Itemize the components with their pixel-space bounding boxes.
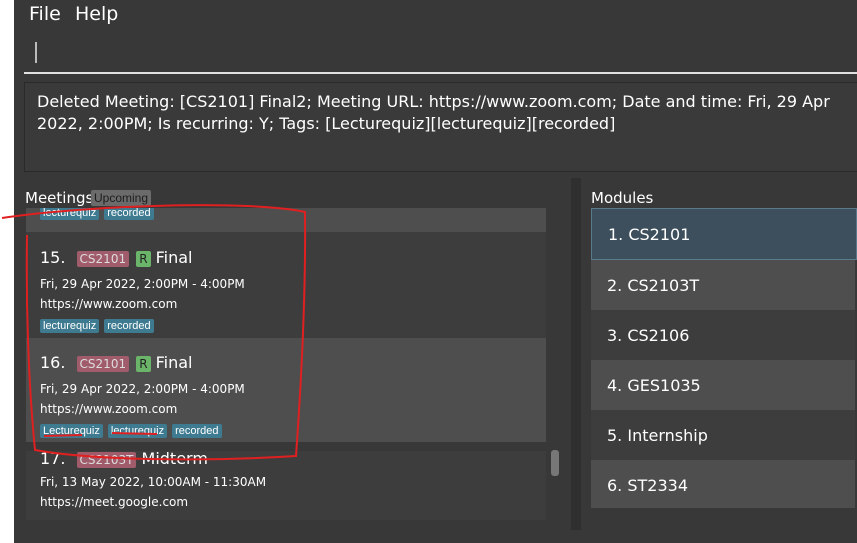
result-display: Deleted Meeting: [CS2101] Final2; Meetin… (24, 82, 857, 172)
tag: recorded (104, 319, 154, 333)
meeting-datetime: Fri, 29 Apr 2022, 2:00PM - 4:00PM (40, 382, 245, 396)
meeting-card-15[interactable]: 15. CS2101 R Final Fri, 29 Apr 2022, 2:0… (26, 232, 546, 338)
module-item[interactable]: 4. GES1035 (591, 360, 855, 410)
module-item[interactable]: 1. CS2101 (591, 208, 857, 260)
result-text: Deleted Meeting: [CS2101] Final2; Meetin… (37, 92, 830, 133)
command-input[interactable] (24, 30, 857, 74)
module-label: 6. ST2334 (607, 476, 688, 495)
module-label: 4. GES1035 (607, 376, 701, 395)
upcoming-badge[interactable]: Upcoming (91, 190, 152, 206)
recurring-badge: R (136, 356, 151, 372)
meeting-url: https://www.zoom.com (40, 402, 178, 416)
module-tag: CS2103T (76, 452, 137, 468)
modules-title: Modules (591, 189, 654, 207)
modules-panel: Modules 1. CS2101 2. CS2103T 3. CS2106 4… (581, 178, 857, 543)
status-bar (14, 530, 857, 543)
meeting-name: Final (155, 353, 193, 372)
meeting-datetime: Fri, 29 Apr 2022, 2:00PM - 4:00PM (40, 277, 245, 291)
tag: recorded (104, 208, 154, 220)
meetings-panel: Meetings Upcoming lecturequiz recorded 15… (14, 178, 571, 543)
meeting-datetime: Fri, 13 May 2022, 10:00AM - 11:30AM (40, 475, 267, 489)
recurring-badge: R (136, 251, 151, 267)
tag: recorded (172, 424, 222, 438)
module-label: 5. Internship (607, 426, 708, 445)
scrollbar-thumb[interactable] (551, 450, 559, 476)
module-label: 3. CS2106 (607, 326, 690, 345)
module-label: 1. CS2101 (608, 225, 691, 244)
panel-divider[interactable] (571, 178, 581, 543)
meeting-card-16[interactable]: 16. CS2101 R Final Fri, 29 Apr 2022, 2:0… (26, 338, 546, 442)
meetings-list[interactable]: lecturequiz recorded 15. CS2101 R Final F… (26, 208, 546, 520)
menu-help[interactable]: Help (75, 3, 118, 25)
meeting-index: 15. (40, 248, 66, 267)
meeting-name: Final (155, 248, 193, 267)
module-item[interactable]: 2. CS2103T (591, 260, 855, 310)
meetings-scrollbar[interactable] (550, 208, 560, 520)
module-label: 2. CS2103T (607, 276, 700, 295)
app-window: File Help Deleted Meeting: [CS2101] Fina… (14, 0, 857, 543)
menu-file[interactable]: File (29, 3, 61, 25)
meeting-index: 16. (40, 353, 66, 372)
meeting-card-17[interactable]: 17. CS2103T Midterm Fri, 13 May 2022, 10… (26, 449, 546, 520)
tag: Lecturequiz (40, 424, 103, 438)
meeting-url: https://meet.google.com (40, 495, 189, 509)
tag: lecturequiz (40, 208, 100, 220)
module-tag: CS2101 (76, 251, 130, 267)
meeting-index: 17. (40, 449, 66, 468)
tag: lecturequiz (40, 319, 100, 333)
module-tag: CS2101 (76, 356, 130, 372)
module-item[interactable]: 6. ST2334 (591, 460, 855, 508)
meetings-title: Meetings (25, 189, 94, 207)
module-item[interactable]: 3. CS2106 (591, 310, 855, 360)
meeting-url: https://www.zoom.com (40, 297, 178, 311)
modules-list[interactable]: 1. CS2101 2. CS2103T 3. CS2106 4. GES103… (591, 208, 857, 508)
text-caret (35, 42, 37, 63)
meeting-card-partial[interactable]: lecturequiz recorded (26, 208, 546, 232)
module-item[interactable]: 5. Internship (591, 410, 855, 460)
tag: lecturequiz (107, 424, 168, 438)
menu-bar: File Help (14, 0, 857, 28)
meeting-name: Midterm (141, 449, 208, 468)
